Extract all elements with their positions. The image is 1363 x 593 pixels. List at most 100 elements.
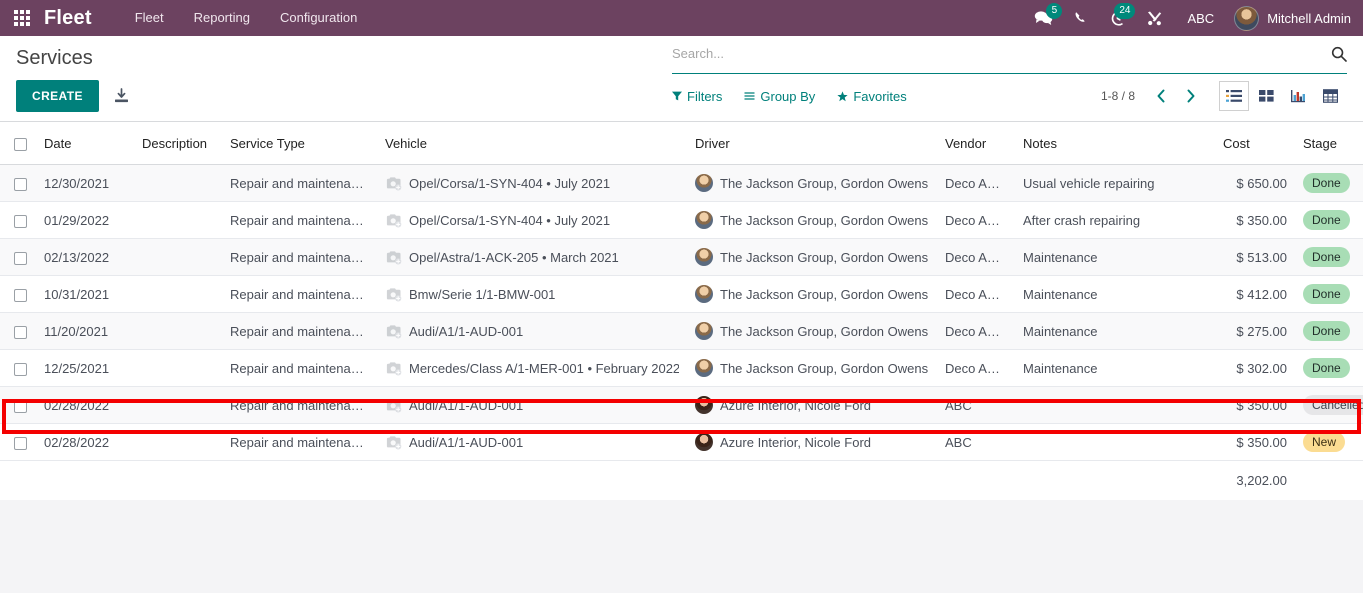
user-menu[interactable]: Mitchell Admin xyxy=(1228,5,1351,31)
cell-notes xyxy=(1015,386,1215,424)
cell-description xyxy=(134,275,222,313)
phone-icon[interactable] xyxy=(1063,0,1099,36)
row-checkbox[interactable] xyxy=(14,325,27,339)
cell-vehicle: Audi/A1/1-AUD-001 xyxy=(377,386,687,424)
cell-description xyxy=(134,201,222,239)
row-select-cell xyxy=(0,201,36,239)
chevron-left-icon[interactable] xyxy=(1147,82,1175,110)
menu-reporting[interactable]: Reporting xyxy=(179,0,265,36)
cell-notes: Maintenance xyxy=(1015,275,1215,313)
cell-driver: The Jackson Group, Gordon Owens xyxy=(687,349,937,387)
row-select-cell xyxy=(0,386,36,424)
group-by-button[interactable]: Group By xyxy=(744,89,815,104)
cell-driver: Azure Interior, Nicole Ford xyxy=(687,423,937,461)
favorites-button[interactable]: Favorites xyxy=(837,89,907,104)
driver-label: The Jackson Group, Gordon Owens xyxy=(720,323,929,339)
cell-driver: Azure Interior, Nicole Ford xyxy=(687,386,937,424)
pivot-view-button[interactable] xyxy=(1315,81,1345,111)
cell-description xyxy=(134,312,222,350)
row-checkbox[interactable] xyxy=(14,436,27,450)
header-date[interactable]: Date xyxy=(36,122,134,165)
status-badge: Done xyxy=(1303,358,1350,378)
table-row[interactable]: 11/20/2021 Repair and maintenance Audi/A1/… xyxy=(0,312,1363,350)
cell-vendor: Deco Addict xyxy=(937,275,1015,313)
vehicle-photo-placeholder-icon xyxy=(386,176,402,190)
filters-button[interactable]: Filters xyxy=(672,89,722,104)
kanban-view-button[interactable] xyxy=(1251,81,1281,111)
header-description[interactable]: Description xyxy=(134,122,222,165)
activities-clock-icon[interactable]: 24 xyxy=(1099,0,1136,36)
driver-label: The Jackson Group, Gordon Owens xyxy=(720,360,929,376)
header-stage[interactable]: Stage xyxy=(1295,122,1363,165)
search-bar[interactable] xyxy=(672,36,1347,74)
header-notes[interactable]: Notes xyxy=(1015,122,1215,165)
graph-view-button[interactable] xyxy=(1283,81,1313,111)
select-all-checkbox[interactable] xyxy=(14,137,27,151)
cell-driver: The Jackson Group, Gordon Owens xyxy=(687,238,937,276)
messages-icon[interactable]: 5 xyxy=(1024,0,1063,36)
driver-label: The Jackson Group, Gordon Owens xyxy=(720,175,929,191)
cell-stage: Done xyxy=(1295,164,1363,202)
list-view-container: Date Description Service Type Vehicle Dr… xyxy=(0,122,1363,500)
import-download-icon[interactable] xyxy=(113,87,130,105)
list-view-button[interactable] xyxy=(1219,81,1249,111)
table-row[interactable]: 10/31/2021 Repair and maintenance Bmw/Seri… xyxy=(0,275,1363,313)
row-checkbox[interactable] xyxy=(14,399,27,413)
cell-vendor: ABC xyxy=(937,386,1015,424)
driver-label: The Jackson Group, Gordon Owens xyxy=(720,286,929,302)
company-switcher[interactable]: ABC xyxy=(1173,11,1228,26)
cell-stage: Cancelled xyxy=(1295,386,1363,424)
cell-cost: $ 302.00 xyxy=(1215,349,1295,387)
table-row[interactable]: 12/25/2021 Repair and maintenance Mercedes… xyxy=(0,349,1363,387)
driver-avatar xyxy=(695,174,713,192)
table-row[interactable]: 02/13/2022 Repair and maintenance Opel/Ast… xyxy=(0,238,1363,276)
cell-service-type: Repair and maintenance xyxy=(222,164,377,202)
cell-vendor: Deco Addict xyxy=(937,238,1015,276)
chevron-right-icon[interactable] xyxy=(1177,82,1205,110)
menu-fleet[interactable]: Fleet xyxy=(120,0,179,36)
cell-vehicle: Mercedes/Class A/1-MER-001 • February 20… xyxy=(377,349,687,387)
row-select-cell xyxy=(0,312,36,350)
cell-driver: The Jackson Group, Gordon Owens xyxy=(687,275,937,313)
table-row[interactable]: 02/28/2022 Repair and maintenance Audi/A1/… xyxy=(0,386,1363,424)
row-checkbox[interactable] xyxy=(14,251,27,265)
cell-date: 10/31/2021 xyxy=(36,275,134,313)
header-vehicle[interactable]: Vehicle xyxy=(377,122,687,165)
select-all-cell xyxy=(0,122,36,165)
row-checkbox[interactable] xyxy=(14,362,27,376)
create-button[interactable]: CREATE xyxy=(16,80,99,112)
kanban-icon xyxy=(1258,90,1274,102)
driver-label: Azure Interior, Nicole Ford xyxy=(720,397,872,413)
vehicle-label: Audi/A1/1-AUD-001 xyxy=(409,397,524,413)
driver-label: The Jackson Group, Gordon Owens xyxy=(720,212,929,228)
menu-configuration[interactable]: Configuration xyxy=(265,0,372,36)
status-badge: Done xyxy=(1303,247,1350,267)
header-vendor[interactable]: Vendor xyxy=(937,122,1015,165)
cell-notes: After crash repairing xyxy=(1015,201,1215,239)
cell-description xyxy=(134,164,222,202)
cell-service-type: Repair and maintenance xyxy=(222,238,377,276)
driver-label: The Jackson Group, Gordon Owens xyxy=(720,249,929,265)
search-icon[interactable] xyxy=(1331,46,1347,62)
header-cost[interactable]: Cost xyxy=(1215,122,1295,165)
header-driver[interactable]: Driver xyxy=(687,122,937,165)
table-row[interactable]: 12/30/2021 Repair and maintenance Opel/Cor… xyxy=(0,164,1363,202)
app-brand-fleet[interactable]: Fleet xyxy=(44,7,92,30)
cell-cost: $ 275.00 xyxy=(1215,312,1295,350)
row-checkbox[interactable] xyxy=(14,288,27,302)
header-service-type[interactable]: Service Type xyxy=(222,122,377,165)
search-input[interactable] xyxy=(672,46,1331,61)
tools-icon[interactable] xyxy=(1136,0,1173,36)
row-checkbox[interactable] xyxy=(14,214,27,228)
cell-stage: New xyxy=(1295,423,1363,461)
row-checkbox[interactable] xyxy=(14,177,27,191)
apps-grid-icon[interactable] xyxy=(0,0,44,36)
cell-vehicle: Audi/A1/1-AUD-001 xyxy=(377,312,687,350)
top-navbar: Fleet Fleet Reporting Configuration 5 24… xyxy=(0,0,1363,36)
driver-avatar xyxy=(695,433,713,451)
header-row: Date Description Service Type Vehicle Dr… xyxy=(0,122,1363,165)
table-row[interactable]: 02/28/2022 Repair and maintenance Audi/A1/… xyxy=(0,423,1363,461)
cell-service-type: Repair and maintenance xyxy=(222,423,377,461)
cell-cost: $ 412.00 xyxy=(1215,275,1295,313)
table-row[interactable]: 01/29/2022 Repair and maintenance Opel/Cor… xyxy=(0,201,1363,239)
